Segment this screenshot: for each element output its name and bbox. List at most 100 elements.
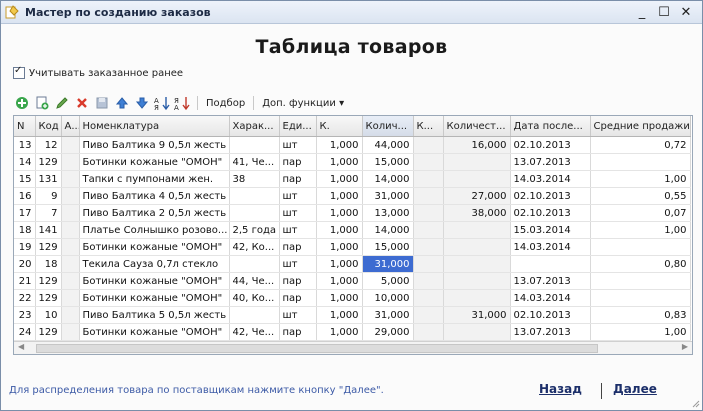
table-cell[interactable]: пар [279,289,317,307]
checkbox-box[interactable] [13,65,25,79]
table-row[interactable]: 18 141 Платье Солнышко розово... 2,5 года шт… [14,221,691,239]
table-cell[interactable] [443,272,511,290]
sort-descending-icon[interactable]: ЯА [173,94,191,112]
table-cell[interactable] [510,255,591,273]
table-cell[interactable] [413,238,444,256]
table-cell[interactable] [61,153,80,171]
table-cell[interactable]: 1,00 [590,221,691,239]
table-cell[interactable]: 129 [35,272,62,290]
table-cell[interactable] [61,136,80,154]
sort-ascending-icon[interactable]: АЯ [153,94,171,112]
table-row[interactable]: 22 129 Ботинки кожаные "ОМОН" 40, Ко... пар 1… [14,289,691,307]
table-cell[interactable]: 16,000 [443,136,511,154]
table-cell[interactable]: шт [279,136,317,154]
table-cell[interactable] [413,187,444,205]
table-cell[interactable] [413,221,444,239]
table-cell[interactable]: 1,000 [316,153,363,171]
column-header[interactable]: N [14,116,36,137]
table-cell[interactable]: 20 [14,255,36,273]
table-cell[interactable]: 15 [14,170,36,188]
table-cell[interactable] [443,323,511,341]
table-cell[interactable]: 1,000 [316,221,363,239]
table-cell[interactable]: 5,000 [362,272,414,290]
table-cell[interactable]: 42, Ко... [229,238,280,256]
table-cell[interactable] [61,306,80,324]
table-cell[interactable]: пар [279,323,317,341]
table-cell[interactable] [590,289,691,307]
table-cell[interactable]: Пиво Балтика 9 0,5л жесть [79,136,230,154]
table-cell[interactable]: Платье Солнышко розово... [79,221,230,239]
table-cell[interactable]: 19 [14,238,36,256]
select-button[interactable]: Подбор [202,98,249,109]
table-cell[interactable]: 0,80 [590,255,691,273]
table-cell[interactable]: 1,000 [316,170,363,188]
table-cell[interactable]: пар [279,272,317,290]
table-row[interactable]: 15 131 Тапки с пумпонами жен. 38 пар 1,000 14,… [14,170,691,188]
table-cell[interactable] [229,136,280,154]
table-row[interactable]: 16 9 Пиво Балтика 4 0,5л жесть шт 1,000 31,00… [14,187,691,205]
table-cell[interactable]: пар [279,153,317,171]
table-cell[interactable]: 0,72 [590,136,691,154]
table-cell[interactable]: шт [279,187,317,205]
table-cell[interactable] [61,170,80,188]
table-cell[interactable] [229,204,280,222]
table-cell[interactable]: 22 [14,289,36,307]
column-header[interactable]: Еди... [279,116,317,137]
table-cell[interactable]: 02.10.2013 [510,306,591,324]
table-cell[interactable] [443,221,511,239]
table-cell[interactable] [443,170,511,188]
table-cell[interactable]: 40, Ко... [229,289,280,307]
table-cell[interactable]: 12 [35,136,62,154]
table-cell[interactable] [413,306,444,324]
table-cell[interactable]: Тапки с пумпонами жен. [79,170,230,188]
table-cell[interactable] [229,255,280,273]
table-row[interactable]: 23 10 Пиво Балтика 5 0,5л жесть шт 1,000 31,0… [14,306,691,324]
table-cell[interactable]: пар [279,170,317,188]
more-functions-button[interactable]: Доп. функции ▾ [258,98,348,109]
table-cell[interactable]: 9 [35,187,62,205]
table-row[interactable]: 17 7 Пиво Балтика 2 0,5л жесть шт 1,000 13,00… [14,204,691,222]
table-cell[interactable]: 13.07.2013 [510,323,591,341]
table-cell[interactable]: шт [279,255,317,273]
table-cell[interactable]: 1,000 [316,255,363,273]
table-cell[interactable]: 13,000 [362,204,414,222]
table-cell[interactable]: 1,000 [316,238,363,256]
column-header[interactable]: К... [413,116,444,137]
table-cell[interactable]: Ботинки кожаные "ОМОН" [79,289,230,307]
move-down-icon[interactable] [133,94,151,112]
add-row-icon[interactable] [13,94,31,112]
table-cell[interactable]: шт [279,306,317,324]
table-cell[interactable]: 14 [14,153,36,171]
table-cell[interactable]: 02.10.2013 [510,187,591,205]
table-cell[interactable]: 02.10.2013 [510,204,591,222]
table-cell[interactable]: 17 [14,204,36,222]
goods-table[interactable]: NКодА...НоменклатураХарак...Еди...К.Коли… [13,115,693,355]
table-cell[interactable]: 29,000 [362,323,414,341]
table-row[interactable]: 21 129 Ботинки кожаные "ОМОН" 44, Че... пар 1… [14,272,691,290]
column-header[interactable]: Колич... [362,116,414,137]
table-cell[interactable] [413,323,444,341]
table-cell[interactable]: 21 [14,272,36,290]
column-header[interactable]: Средние продажи [590,116,691,137]
table-cell[interactable]: 16 [14,187,36,205]
column-header[interactable]: Код [35,116,62,137]
table-row[interactable]: 14 129 Ботинки кожаные "ОМОН" 41, Че... пар 1… [14,153,691,171]
table-cell[interactable]: 129 [35,323,62,341]
table-cell[interactable]: 0,55 [590,187,691,205]
table-cell[interactable]: 14.03.2014 [510,170,591,188]
table-cell[interactable]: 141 [35,221,62,239]
column-header[interactable]: Харак... [229,116,280,137]
table-cell[interactable]: 13.07.2013 [510,272,591,290]
table-row[interactable]: 13 12 Пиво Балтика 9 0,5л жесть шт 1,000 44,0… [14,136,691,154]
next-button[interactable]: Далее [613,382,657,396]
table-cell[interactable] [590,272,691,290]
table-cell[interactable]: 41, Че... [229,153,280,171]
table-cell[interactable] [61,289,80,307]
table-cell[interactable] [413,170,444,188]
table-cell[interactable]: пар [279,238,317,256]
table-cell[interactable]: 44,000 [362,136,414,154]
table-cell[interactable]: 2,5 года [229,221,280,239]
end-edit-icon[interactable] [93,94,111,112]
table-cell[interactable]: 1,000 [316,272,363,290]
table-cell[interactable] [61,323,80,341]
